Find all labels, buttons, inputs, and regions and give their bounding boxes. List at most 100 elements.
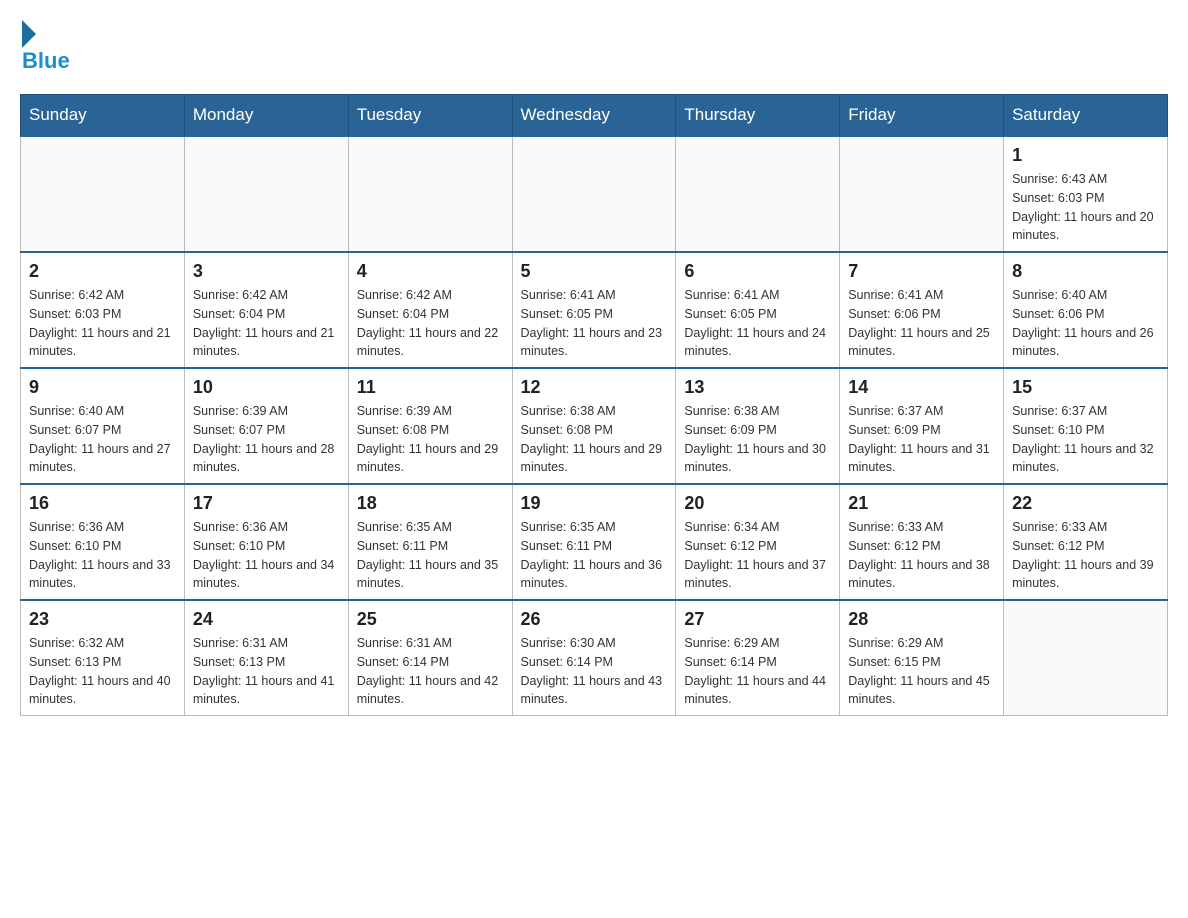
day-number: 11 (357, 377, 504, 398)
day-info: Sunrise: 6:29 AM Sunset: 6:15 PM Dayligh… (848, 634, 995, 709)
day-info: Sunrise: 6:29 AM Sunset: 6:14 PM Dayligh… (684, 634, 831, 709)
calendar-cell: 8Sunrise: 6:40 AM Sunset: 6:06 PM Daylig… (1004, 252, 1168, 368)
day-number: 15 (1012, 377, 1159, 398)
day-info: Sunrise: 6:43 AM Sunset: 6:03 PM Dayligh… (1012, 170, 1159, 245)
day-number: 9 (29, 377, 176, 398)
day-info: Sunrise: 6:42 AM Sunset: 6:03 PM Dayligh… (29, 286, 176, 361)
day-number: 24 (193, 609, 340, 630)
day-number: 17 (193, 493, 340, 514)
calendar-cell: 20 Sunrise: 6:34 AM Sunset: 6:12 PM Dayli… (676, 484, 840, 600)
calendar-cell: 23 Sunrise: 6:32 AM Sunset: 6:13 PM Dayli… (21, 600, 185, 716)
calendar-cell: 24 Sunrise: 6:31 AM Sunset: 6:13 PM Dayli… (184, 600, 348, 716)
calendar-cell: 16 Sunrise: 6:36 AM Sunset: 6:10 PM Dayli… (21, 484, 185, 600)
calendar-cell: 10 Sunrise: 6:39 AM Sunset: 6:07 PM Dayli… (184, 368, 348, 484)
day-info: Sunrise: 6:36 AM Sunset: 6:10 PM Dayligh… (193, 518, 340, 593)
day-of-week-header: Tuesday (348, 95, 512, 137)
calendar-cell (512, 136, 676, 252)
day-info: Sunrise: 6:41 AM Sunset: 6:05 PM Dayligh… (521, 286, 668, 361)
day-number: 21 (848, 493, 995, 514)
day-number: 6 (684, 261, 831, 282)
day-number: 16 (29, 493, 176, 514)
day-number: 26 (521, 609, 668, 630)
calendar-cell: 25 Sunrise: 6:31 AM Sunset: 6:14 PM Dayli… (348, 600, 512, 716)
day-info: Sunrise: 6:36 AM Sunset: 6:10 PM Dayligh… (29, 518, 176, 593)
page-header: Blue (20, 20, 1168, 74)
day-number: 3 (193, 261, 340, 282)
calendar-cell: 3 Sunrise: 6:42 AM Sunset: 6:04 PM Daylig… (184, 252, 348, 368)
day-of-week-header: Friday (840, 95, 1004, 137)
calendar-cell (1004, 600, 1168, 716)
week-row: 1 Sunrise: 6:43 AM Sunset: 6:03 PM Daylig… (21, 136, 1168, 252)
calendar-cell: 4Sunrise: 6:42 AM Sunset: 6:04 PM Daylig… (348, 252, 512, 368)
calendar-cell: 7Sunrise: 6:41 AM Sunset: 6:06 PM Daylig… (840, 252, 1004, 368)
calendar-cell: 6 Sunrise: 6:41 AM Sunset: 6:05 PM Daylig… (676, 252, 840, 368)
logo-subtitle: Blue (22, 48, 70, 74)
calendar-cell: 28 Sunrise: 6:29 AM Sunset: 6:15 PM Dayli… (840, 600, 1004, 716)
calendar-cell: 1 Sunrise: 6:43 AM Sunset: 6:03 PM Daylig… (1004, 136, 1168, 252)
calendar-cell: 5 Sunrise: 6:41 AM Sunset: 6:05 PM Daylig… (512, 252, 676, 368)
day-number: 28 (848, 609, 995, 630)
day-number: 12 (521, 377, 668, 398)
day-info: Sunrise: 6:37 AM Sunset: 6:10 PM Dayligh… (1012, 402, 1159, 477)
day-info: Sunrise: 6:30 AM Sunset: 6:14 PM Dayligh… (521, 634, 668, 709)
days-of-week-row: SundayMondayTuesdayWednesdayThursdayFrid… (21, 95, 1168, 137)
day-number: 27 (684, 609, 831, 630)
calendar-cell (676, 136, 840, 252)
day-info: Sunrise: 6:38 AM Sunset: 6:08 PM Dayligh… (521, 402, 668, 477)
day-number: 14 (848, 377, 995, 398)
day-of-week-header: Wednesday (512, 95, 676, 137)
day-number: 25 (357, 609, 504, 630)
week-row: 16 Sunrise: 6:36 AM Sunset: 6:10 PM Dayli… (21, 484, 1168, 600)
day-info: Sunrise: 6:42 AM Sunset: 6:04 PM Dayligh… (193, 286, 340, 361)
calendar-cell: 14 Sunrise: 6:37 AM Sunset: 6:09 PM Dayli… (840, 368, 1004, 484)
calendar-cell: 21 Sunrise: 6:33 AM Sunset: 6:12 PM Dayli… (840, 484, 1004, 600)
day-number: 20 (684, 493, 831, 514)
day-info: Sunrise: 6:35 AM Sunset: 6:11 PM Dayligh… (357, 518, 504, 593)
day-of-week-header: Thursday (676, 95, 840, 137)
day-number: 22 (1012, 493, 1159, 514)
calendar-cell (348, 136, 512, 252)
day-number: 10 (193, 377, 340, 398)
day-info: Sunrise: 6:33 AM Sunset: 6:12 PM Dayligh… (848, 518, 995, 593)
calendar-cell: 13 Sunrise: 6:38 AM Sunset: 6:09 PM Dayli… (676, 368, 840, 484)
calendar-cell: 12 Sunrise: 6:38 AM Sunset: 6:08 PM Dayli… (512, 368, 676, 484)
day-info: Sunrise: 6:39 AM Sunset: 6:08 PM Dayligh… (357, 402, 504, 477)
day-of-week-header: Sunday (21, 95, 185, 137)
logo-arrow-icon (22, 20, 36, 48)
day-number: 1 (1012, 145, 1159, 166)
day-of-week-header: Monday (184, 95, 348, 137)
calendar-cell: 2 Sunrise: 6:42 AM Sunset: 6:03 PM Daylig… (21, 252, 185, 368)
day-info: Sunrise: 6:31 AM Sunset: 6:13 PM Dayligh… (193, 634, 340, 709)
day-info: Sunrise: 6:39 AM Sunset: 6:07 PM Dayligh… (193, 402, 340, 477)
day-info: Sunrise: 6:37 AM Sunset: 6:09 PM Dayligh… (848, 402, 995, 477)
day-info: Sunrise: 6:41 AM Sunset: 6:05 PM Dayligh… (684, 286, 831, 361)
day-of-week-header: Saturday (1004, 95, 1168, 137)
calendar-cell: 18Sunrise: 6:35 AM Sunset: 6:11 PM Dayli… (348, 484, 512, 600)
calendar-cell: 26 Sunrise: 6:30 AM Sunset: 6:14 PM Dayli… (512, 600, 676, 716)
calendar-cell: 17 Sunrise: 6:36 AM Sunset: 6:10 PM Dayli… (184, 484, 348, 600)
day-number: 5 (521, 261, 668, 282)
calendar-cell: 27 Sunrise: 6:29 AM Sunset: 6:14 PM Dayli… (676, 600, 840, 716)
day-number: 2 (29, 261, 176, 282)
day-info: Sunrise: 6:42 AM Sunset: 6:04 PM Dayligh… (357, 286, 504, 361)
day-number: 23 (29, 609, 176, 630)
calendar-cell (184, 136, 348, 252)
day-info: Sunrise: 6:31 AM Sunset: 6:14 PM Dayligh… (357, 634, 504, 709)
calendar-cell: 19 Sunrise: 6:35 AM Sunset: 6:11 PM Dayli… (512, 484, 676, 600)
week-row: 2 Sunrise: 6:42 AM Sunset: 6:03 PM Daylig… (21, 252, 1168, 368)
logo: Blue (20, 20, 70, 74)
calendar-cell: 9Sunrise: 6:40 AM Sunset: 6:07 PM Daylig… (21, 368, 185, 484)
day-info: Sunrise: 6:38 AM Sunset: 6:09 PM Dayligh… (684, 402, 831, 477)
day-info: Sunrise: 6:34 AM Sunset: 6:12 PM Dayligh… (684, 518, 831, 593)
week-row: 23 Sunrise: 6:32 AM Sunset: 6:13 PM Dayli… (21, 600, 1168, 716)
day-number: 13 (684, 377, 831, 398)
day-info: Sunrise: 6:33 AM Sunset: 6:12 PM Dayligh… (1012, 518, 1159, 593)
week-row: 9Sunrise: 6:40 AM Sunset: 6:07 PM Daylig… (21, 368, 1168, 484)
day-number: 8 (1012, 261, 1159, 282)
calendar-cell (21, 136, 185, 252)
day-number: 19 (521, 493, 668, 514)
calendar-cell: 15 Sunrise: 6:37 AM Sunset: 6:10 PM Dayli… (1004, 368, 1168, 484)
day-info: Sunrise: 6:41 AM Sunset: 6:06 PM Dayligh… (848, 286, 995, 361)
day-info: Sunrise: 6:35 AM Sunset: 6:11 PM Dayligh… (521, 518, 668, 593)
day-info: Sunrise: 6:32 AM Sunset: 6:13 PM Dayligh… (29, 634, 176, 709)
